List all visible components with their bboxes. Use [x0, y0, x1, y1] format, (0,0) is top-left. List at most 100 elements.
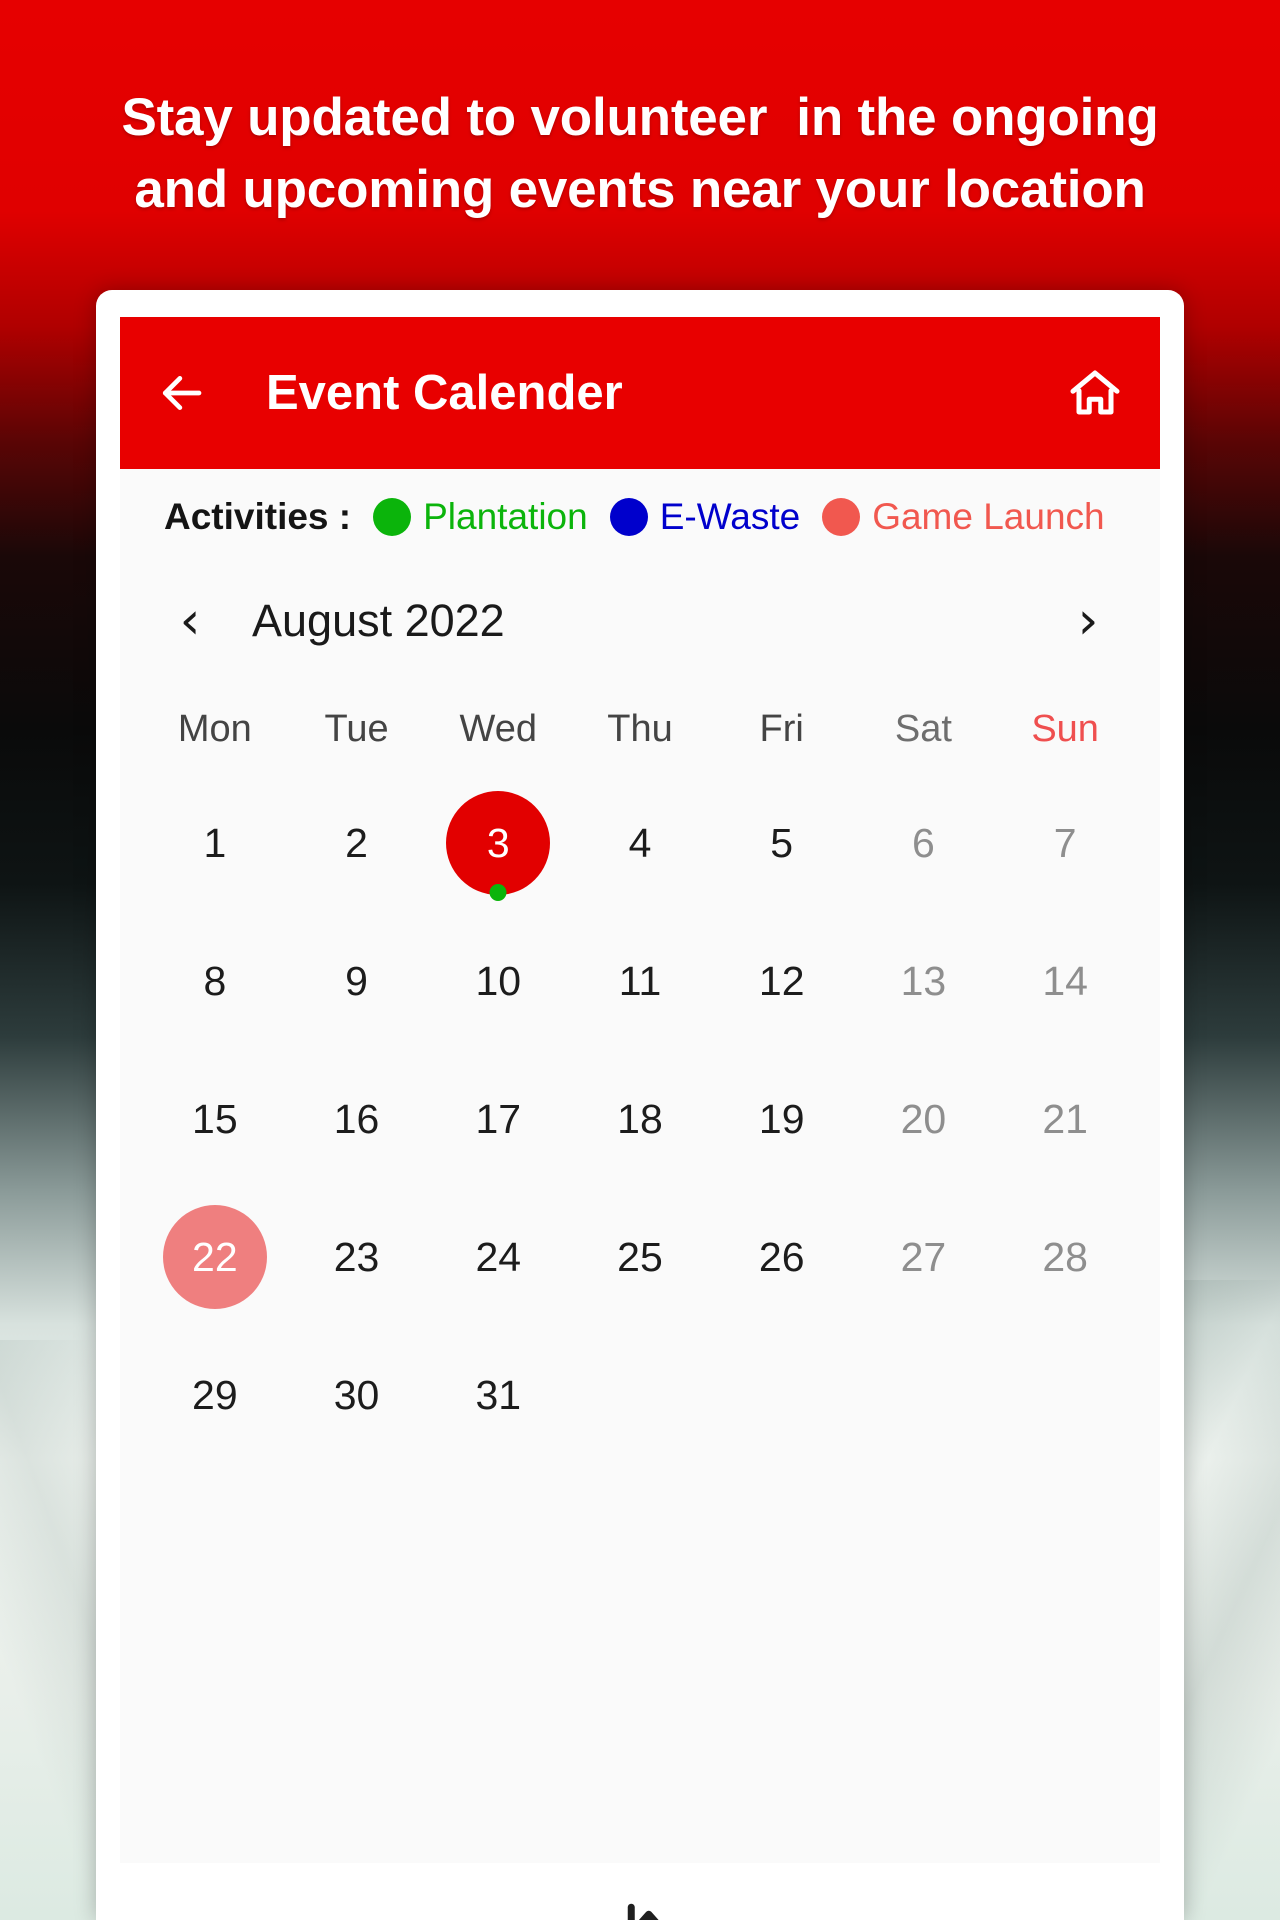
calendar-day-cell[interactable]: 26	[711, 1195, 853, 1333]
day-number: 9	[345, 957, 368, 1004]
swap-vertical-icon[interactable]	[603, 1893, 677, 1920]
day-number: 4	[628, 819, 652, 866]
day-number: 25	[617, 1233, 663, 1280]
plantation-color-dot	[373, 498, 412, 536]
promo-tagline: Stay updated to volunteer in the ongoing…	[0, 82, 1280, 226]
app-screenshot-card: Event Calender Activities : Plantation E…	[96, 290, 1184, 1920]
activities-legend-label: Activities :	[164, 496, 352, 537]
legend-item-e-waste[interactable]: E-Waste	[609, 496, 801, 538]
day-number: 7	[1053, 819, 1077, 866]
legend-item-plantation[interactable]: Plantation	[373, 496, 588, 538]
month-year-label: August 2022	[252, 595, 505, 646]
weekday-header-fri: Fri	[759, 707, 804, 750]
legend-item-label: Plantation	[423, 496, 588, 537]
calendar-day-cell[interactable]: 2	[286, 781, 428, 919]
day-number: 30	[333, 1371, 380, 1418]
back-button[interactable]	[154, 366, 208, 420]
day-number: 1	[203, 819, 227, 866]
day-number: 21	[1042, 1095, 1088, 1142]
legend-item-label: Game Launch	[872, 496, 1105, 537]
page-title: Event Calender	[266, 366, 623, 420]
day-number: 16	[333, 1095, 380, 1142]
calendar-day-cell[interactable]: 25	[569, 1195, 711, 1333]
day-number: 8	[203, 957, 227, 1004]
calendar-day-cell[interactable]: 10	[427, 919, 569, 1057]
activities-legend: Activities : Plantation E-Waste Game Lau…	[120, 469, 1160, 565]
calendar-day-cell-empty	[711, 1333, 853, 1471]
day-number: 14	[1042, 957, 1088, 1004]
calendar-panel: Activities : Plantation E-Waste Game Lau…	[120, 469, 1160, 1863]
calendar-day-cell[interactable]: 15	[144, 1057, 286, 1195]
tagline-line-2: and upcoming events near your location	[134, 160, 1146, 219]
day-number: 31	[475, 1371, 522, 1418]
weekday-header-mon: Mon	[177, 707, 252, 750]
calendar-day-cell[interactable]: 27	[853, 1195, 995, 1333]
calendar-day-cell[interactable]: 23	[286, 1195, 428, 1333]
calendar-day-cell[interactable]: 16	[286, 1057, 428, 1195]
calendar-day-cell[interactable]: 1	[144, 781, 286, 919]
calendar-day-cell-empty	[569, 1333, 711, 1471]
event-indicator-dot	[489, 884, 507, 901]
calendar-day-cell[interactable]: 29	[144, 1333, 286, 1471]
calendar-day-cell[interactable]: 6	[853, 781, 995, 919]
calendar-day-cell[interactable]: 12	[711, 919, 853, 1057]
calendar-day-cell[interactable]: 17	[427, 1057, 569, 1195]
calendar-day-cell[interactable]: 13	[853, 919, 995, 1057]
day-number: 2	[345, 819, 368, 866]
screenshot-root: Stay updated to volunteer in the ongoing…	[0, 0, 1280, 1920]
day-number: 3	[446, 791, 551, 895]
day-number: 27	[900, 1233, 947, 1280]
calendar-day-cell[interactable]: 7	[994, 781, 1136, 919]
day-number: 28	[1042, 1233, 1088, 1280]
calendar-day-grid: 1 2 3 4 5 6 7 8 9 10 11 12 13 14 15 16 17 18 19 20 21 22 23 24 2…	[120, 781, 1160, 1471]
weekday-header-thu: Thu	[607, 707, 673, 750]
calendar-day-cell[interactable]: 4	[569, 781, 711, 919]
calendar-day-cell[interactable]: 24	[427, 1195, 569, 1333]
calendar-day-cell[interactable]: 8	[144, 919, 286, 1057]
chevron-right-icon[interactable]: ›	[1064, 595, 1112, 647]
calendar-day-cell[interactable]: 20	[853, 1057, 995, 1195]
day-number: 26	[758, 1233, 805, 1280]
calendar-day-cell[interactable]: 11	[569, 919, 711, 1057]
events-section: Events on 03-Aug-2022	[120, 1867, 1160, 1920]
calendar-day-cell[interactable]: 21	[994, 1057, 1136, 1195]
legend-item-game-launch[interactable]: Game Launch	[822, 496, 1105, 538]
app-bar: Event Calender	[120, 317, 1160, 469]
weekday-header-sat: Sat	[894, 707, 952, 750]
day-number: 11	[618, 957, 662, 1004]
e-waste-color-dot	[609, 498, 648, 536]
calendar-day-cell[interactable]: 5	[711, 781, 853, 919]
calendar-day-cell[interactable]: 14	[994, 919, 1136, 1057]
calendar-day-cell-empty	[994, 1333, 1136, 1471]
day-number: 13	[900, 957, 947, 1004]
calendar-day-cell[interactable]: 3	[427, 781, 569, 919]
legend-item-label: E-Waste	[659, 496, 801, 537]
calendar-day-cell[interactable]: 28	[994, 1195, 1136, 1333]
weekday-header-sun: Sun	[1031, 707, 1099, 750]
calendar-day-cell[interactable]: 30	[286, 1333, 428, 1471]
calendar-day-cell[interactable]: 18	[569, 1057, 711, 1195]
home-icon[interactable]	[1064, 362, 1126, 424]
month-navigation: ‹ August 2022 ›	[120, 565, 1160, 677]
day-number: 19	[758, 1095, 805, 1142]
day-number: 10	[475, 957, 522, 1004]
day-number: 20	[900, 1095, 947, 1142]
tagline-line-1: Stay updated to volunteer in the ongoing	[121, 88, 1159, 147]
calendar-day-cell[interactable]: 31	[427, 1333, 569, 1471]
weekday-header-tue: Tue	[324, 707, 389, 750]
weekday-header-wed: Wed	[459, 707, 537, 750]
calendar-day-cell[interactable]: 22	[144, 1195, 286, 1333]
game-launch-color-dot	[822, 498, 861, 536]
calendar-day-cell[interactable]: 19	[711, 1057, 853, 1195]
day-number: 6	[912, 819, 935, 866]
day-number: 22	[162, 1205, 267, 1309]
chevron-left-icon[interactable]: ‹	[166, 595, 214, 647]
day-number: 17	[475, 1095, 522, 1142]
day-number: 18	[617, 1095, 663, 1142]
day-number: 29	[192, 1371, 238, 1418]
day-number: 12	[758, 957, 805, 1004]
day-number: 24	[475, 1233, 522, 1280]
day-number: 23	[333, 1233, 380, 1280]
calendar-day-cell[interactable]: 9	[286, 919, 428, 1057]
day-number: 15	[192, 1095, 238, 1142]
